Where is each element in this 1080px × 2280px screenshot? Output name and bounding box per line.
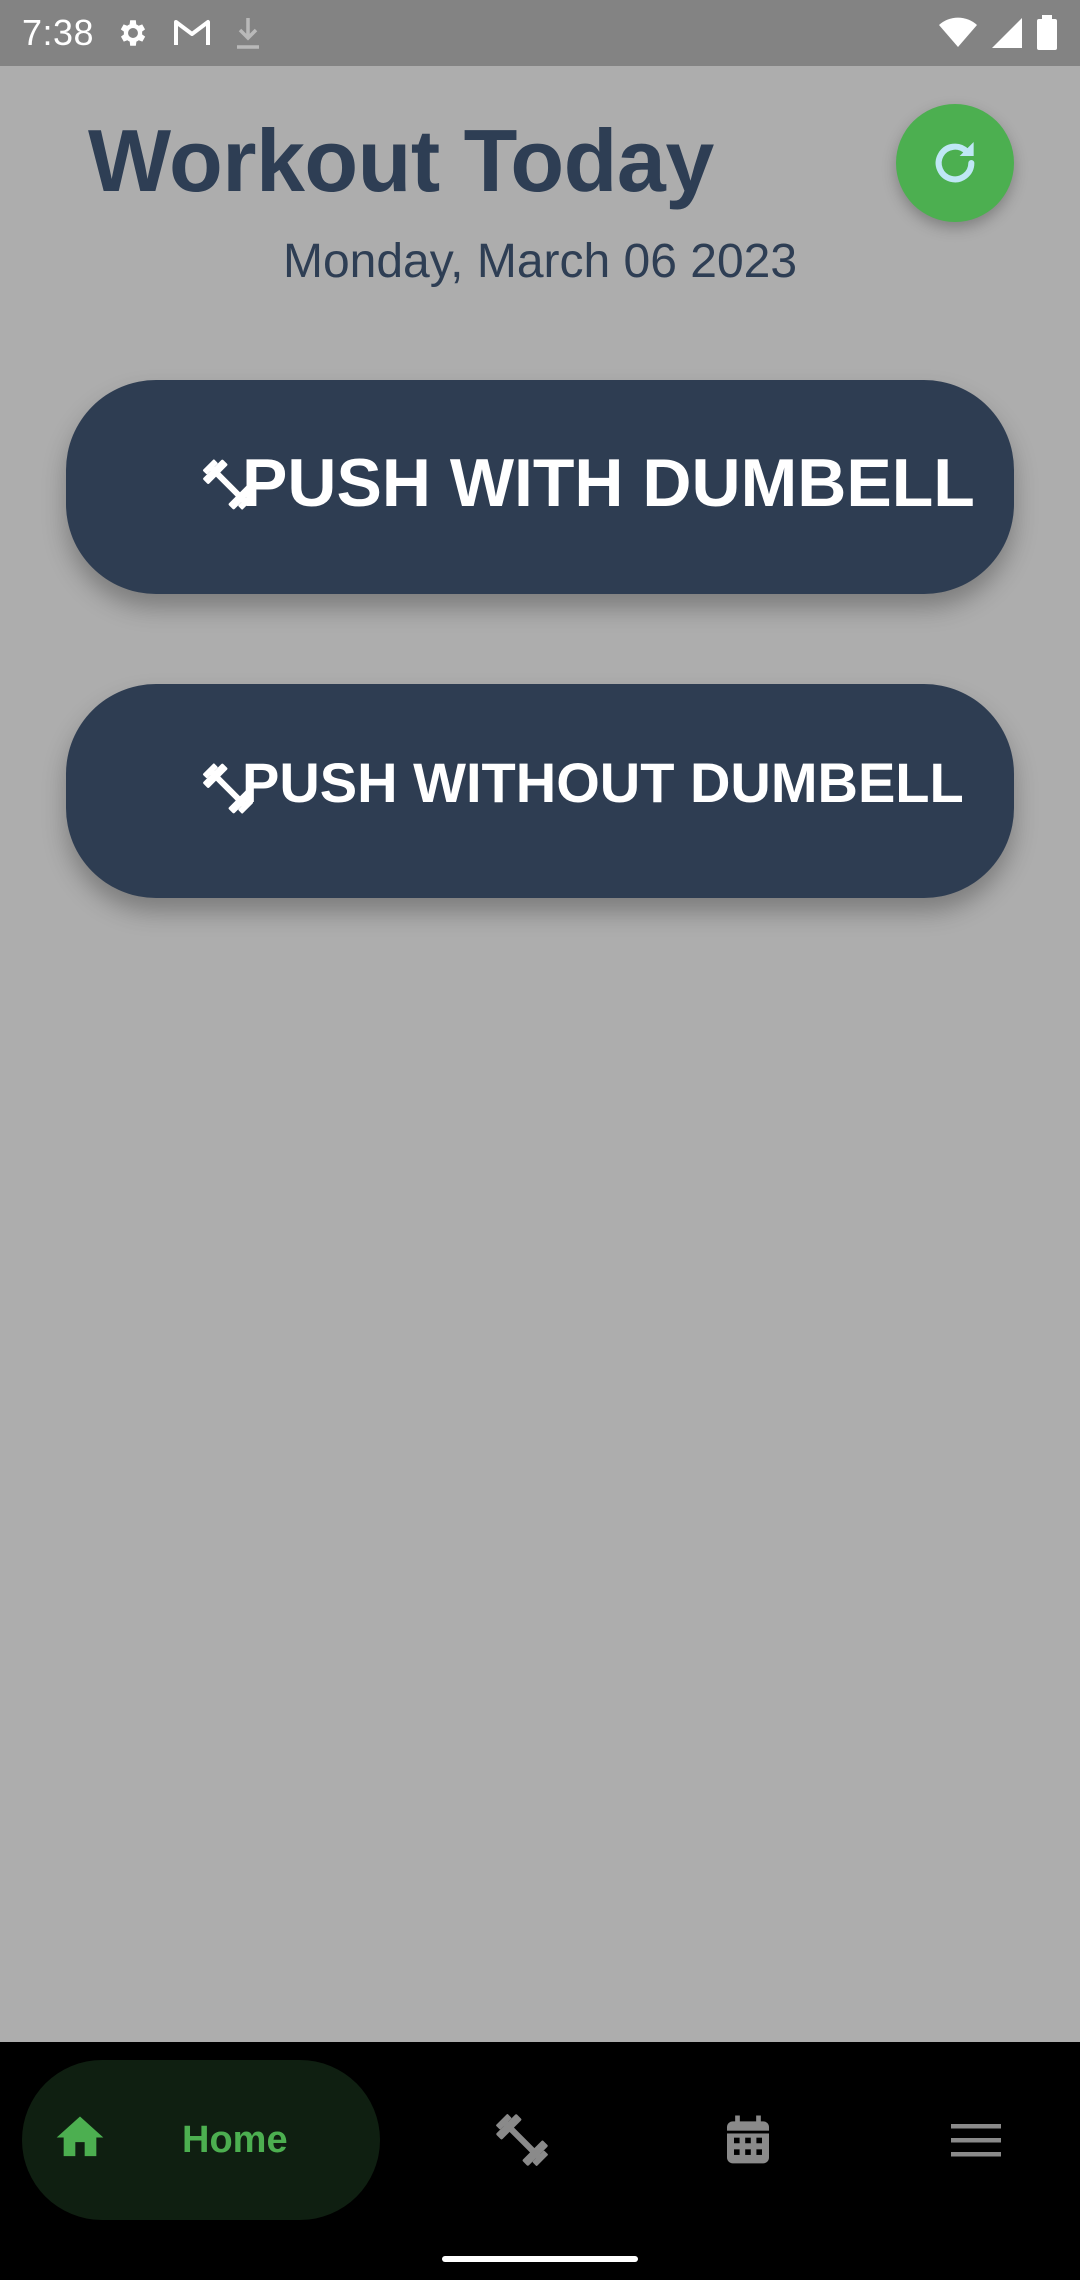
workout-label: PUSH WITH DUMBELL xyxy=(242,445,975,521)
bottom-navigation: Home xyxy=(0,2042,1080,2280)
nav-item-home[interactable]: Home xyxy=(22,2060,380,2220)
status-bar: 7:38 xyxy=(0,0,1080,66)
status-notification-icons xyxy=(116,16,262,50)
workout-label: PUSH WITHOUT DUMBELL xyxy=(242,751,964,814)
nav-item-menu[interactable] xyxy=(916,2060,1036,2220)
wifi-icon xyxy=(938,17,978,49)
status-system-icons xyxy=(938,15,1058,51)
page-title: Workout Today xyxy=(88,111,714,210)
settings-icon xyxy=(116,16,150,50)
battery-icon xyxy=(1036,15,1058,51)
nav-home-label: Home xyxy=(182,2118,288,2161)
nav-item-workouts[interactable] xyxy=(462,2060,582,2220)
status-time: 7:38 xyxy=(22,12,95,53)
page-date: Monday, March 06 2023 xyxy=(282,235,798,288)
workout-push-with-dumbell-button[interactable]: PUSH WITH DUMBELL xyxy=(66,380,1014,594)
menu-icon xyxy=(951,2124,1001,2157)
home-icon xyxy=(52,2110,108,2171)
refresh-icon xyxy=(935,142,975,183)
gesture-navigation-bar[interactable] xyxy=(442,2256,638,2262)
nav-item-calendar[interactable] xyxy=(688,2060,808,2220)
cell-signal-icon xyxy=(990,16,1024,50)
dumbbell-icon xyxy=(496,2114,548,2166)
workout-push-without-dumbell-button[interactable]: PUSH WITHOUT DUMBELL xyxy=(66,684,1014,898)
gmail-icon xyxy=(172,18,212,48)
app-screen: 7:38 Workout Today Monday, March 06 2023… xyxy=(0,0,1080,2280)
download-icon xyxy=(234,16,262,50)
refresh-button[interactable] xyxy=(896,104,1014,222)
calendar-icon xyxy=(727,2115,769,2164)
